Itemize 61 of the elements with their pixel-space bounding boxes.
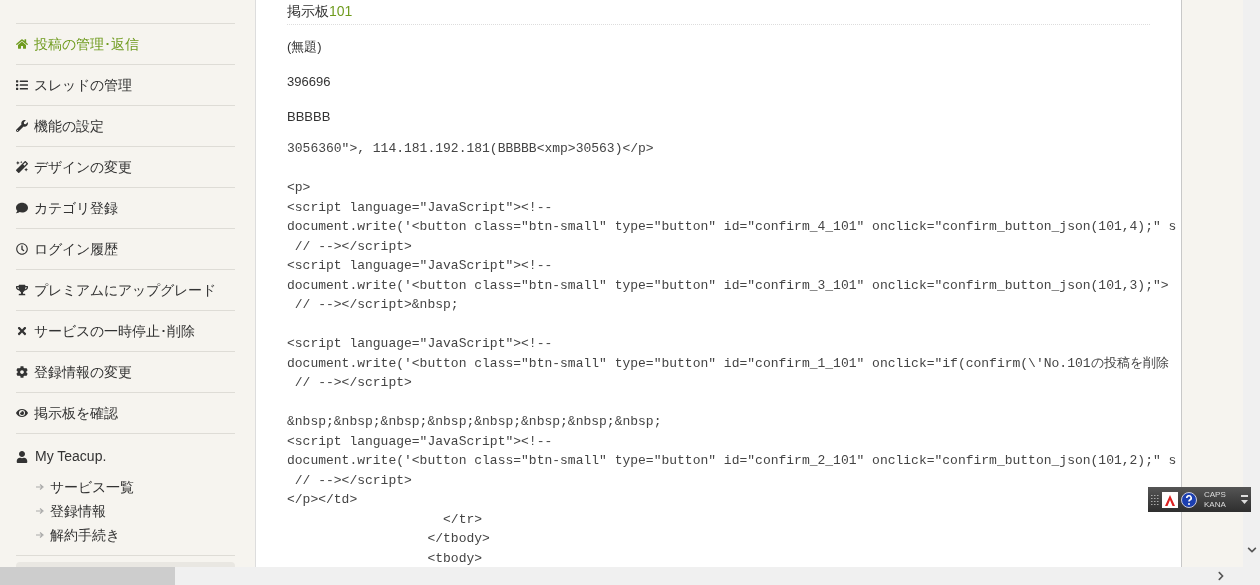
scrollbar-thumb[interactable] <box>0 567 175 585</box>
wand-icon <box>16 161 28 173</box>
home-icon <box>16 38 28 50</box>
account-title: My Teacup. <box>35 447 107 466</box>
post-field: 396696 <box>287 73 331 91</box>
code-line: <tbody> <box>426 549 483 568</box>
sidebar-item[interactable]: プレミアムにアップグレード <box>16 279 216 301</box>
code-line: document.write('<button class="btn-small" type="button" id="confirm_2_101" onclick="confirm_button_json(101,2);" s <box>287 452 1177 470</box>
sidebar-item[interactable]: 登録情報の変更 <box>16 361 132 383</box>
code-line: <p> <box>287 179 311 197</box>
code-line: <script language="JavaScript"><!-- <box>287 432 553 451</box>
sidebar-item[interactable]: デザインの変更 <box>16 156 132 178</box>
code-line: </tbody> <box>426 530 490 548</box>
trophy-icon <box>16 284 28 296</box>
chevron-right-icon <box>1216 571 1226 581</box>
code-line: document.write('<button class="btn-small" type="button" id="confirm_4_101" onclick="confirm_button_json(101,4);" s <box>287 218 1177 236</box>
ime-mode-label: CAPS <box>1204 489 1226 500</box>
code-line: </tr> <box>442 510 483 529</box>
code-line: <script language="JavaScript"><!-- <box>287 335 553 353</box>
code-line: // --></script> <box>293 471 412 490</box>
arrow-icon <box>36 532 45 538</box>
post-field: (無題) <box>287 38 322 56</box>
settings-icon <box>16 366 28 378</box>
grip-icon <box>1151 494 1159 505</box>
vertical-scrollbar[interactable] <box>1243 0 1260 567</box>
ime-mode-label: KANA <box>1204 499 1226 510</box>
code-line: <script language="JavaScript"><!-- <box>287 198 553 217</box>
close-icon <box>16 325 28 337</box>
account-link[interactable]: 解約手続き <box>50 525 120 545</box>
sidebar-item[interactable]: 掲示板を確認 <box>16 402 118 424</box>
sidebar-item[interactable]: 機能の設定 <box>16 115 104 137</box>
code-line: // --></script>&nbsp; <box>293 296 459 314</box>
board-title: 掲示板101 <box>287 2 353 21</box>
speech-bubble-icon <box>16 202 28 214</box>
horizontal-scrollbar[interactable] <box>0 567 1260 585</box>
sidebar-item[interactable]: スレッドの管理 <box>16 74 132 96</box>
code-line: document.write('<button class="btn-small" type="button" id="confirm_1_101" onclick="if(confirm(\'No.101の投稿を削除 <box>287 354 1169 373</box>
code-line: 3056360">, 114.181.192.181(BBBBB<xmp>30563)</p> <box>287 140 654 158</box>
person-icon <box>16 450 28 463</box>
help-icon <box>1181 491 1197 508</box>
caret-icon[interactable] <box>1241 500 1248 504</box>
list-icon <box>16 79 28 91</box>
letter-a-logo-icon <box>1162 491 1178 508</box>
chevron-down-icon <box>1246 545 1257 555</box>
account-link[interactable]: サービス一覧 <box>50 477 134 497</box>
sidebar-item[interactable]: ログイン履歴 <box>16 238 118 260</box>
arrow-icon <box>36 508 45 514</box>
code-line: document.write('<button class="btn-small" type="button" id="confirm_3_101" onclick="confirm_button_json(101,3);"> <box>287 276 1169 295</box>
code-line: &nbsp;&nbsp;&nbsp;&nbsp;&nbsp;&nbsp;&nbsp;&nbsp; <box>287 413 662 431</box>
arrow-icon <box>36 484 45 490</box>
post-field: BBBBB <box>287 108 331 126</box>
sidebar-item[interactable]: カテゴリ登録 <box>16 197 118 219</box>
wrench-icon <box>16 120 28 132</box>
code-line: // --></script> <box>293 374 412 392</box>
account-link[interactable]: 登録情報 <box>50 501 106 521</box>
code-line: </p></td> <box>287 491 358 509</box>
code-line: // --></script> <box>293 237 412 256</box>
code-line: <script language="JavaScript"><!-- <box>287 257 553 275</box>
clock-icon <box>16 243 28 255</box>
eye-icon <box>16 407 28 419</box>
sidebar-item[interactable]: サービスの一時停止･削除 <box>16 320 195 342</box>
